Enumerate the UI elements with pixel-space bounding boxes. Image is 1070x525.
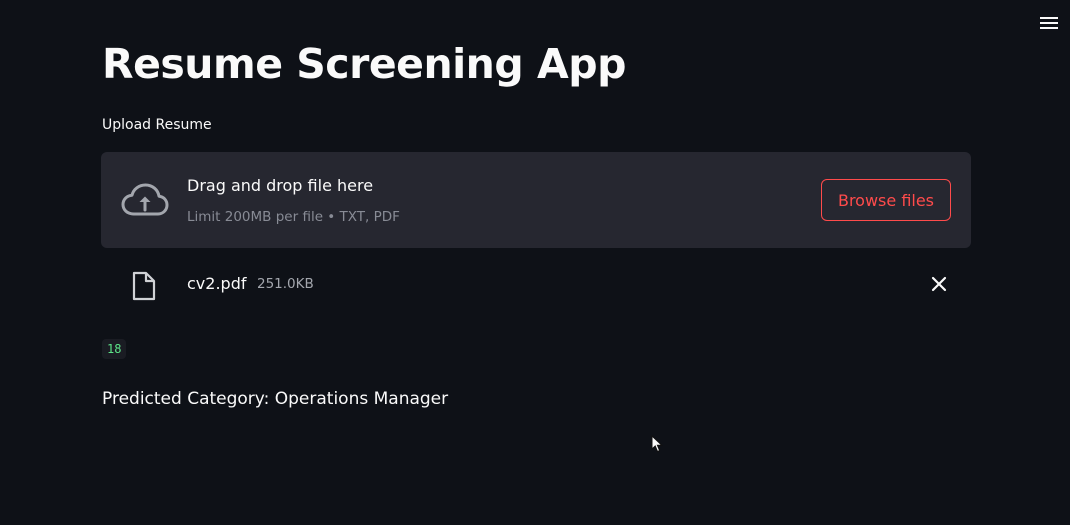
page-title: Resume Screening App bbox=[102, 40, 626, 88]
uploaded-file-size: 251.0KB bbox=[257, 276, 314, 292]
cloud-upload-icon bbox=[121, 183, 169, 216]
close-icon bbox=[931, 276, 947, 292]
uploaded-file-name: cv2.pdf bbox=[187, 274, 247, 293]
app-page: Resume Screening App Upload Resume Drag … bbox=[0, 0, 1070, 525]
hamburger-menu-icon bbox=[1040, 17, 1058, 29]
upload-label: Upload Resume bbox=[102, 117, 212, 133]
file-dropzone[interactable]: Drag and drop file here Limit 200MB per … bbox=[101, 152, 971, 248]
main-menu-button[interactable] bbox=[1036, 8, 1062, 38]
remove-file-button[interactable] bbox=[927, 272, 951, 296]
file-icon bbox=[132, 271, 156, 301]
browse-files-button[interactable]: Browse files bbox=[821, 179, 951, 221]
output-code-value: 18 bbox=[102, 339, 127, 359]
dropzone-instructions: Drag and drop file here bbox=[187, 176, 374, 195]
dropzone-limit-text: Limit 200MB per file • TXT, PDF bbox=[187, 209, 400, 225]
uploaded-file-row: cv2.pdf 251.0KB bbox=[101, 262, 971, 308]
prediction-result: Predicted Category: Operations Manager bbox=[102, 389, 449, 409]
mouse-cursor-icon bbox=[651, 435, 663, 453]
